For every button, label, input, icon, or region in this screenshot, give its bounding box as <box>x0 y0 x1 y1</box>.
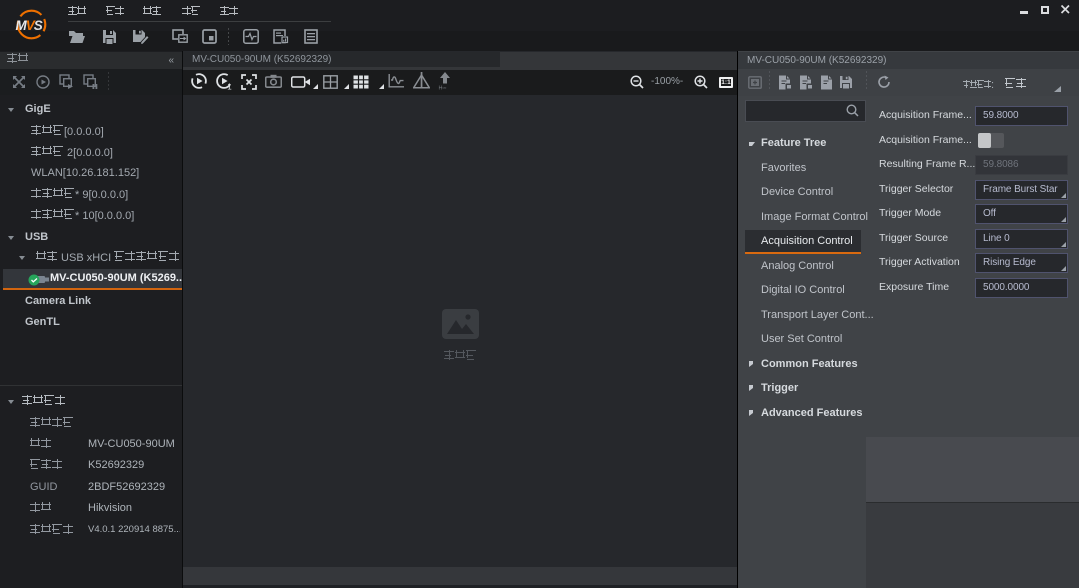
svg-text:1: 1 <box>227 83 232 91</box>
svg-text:H▫▫: H▫▫ <box>439 86 447 91</box>
svg-text:MVS: MVS <box>16 18 43 33</box>
